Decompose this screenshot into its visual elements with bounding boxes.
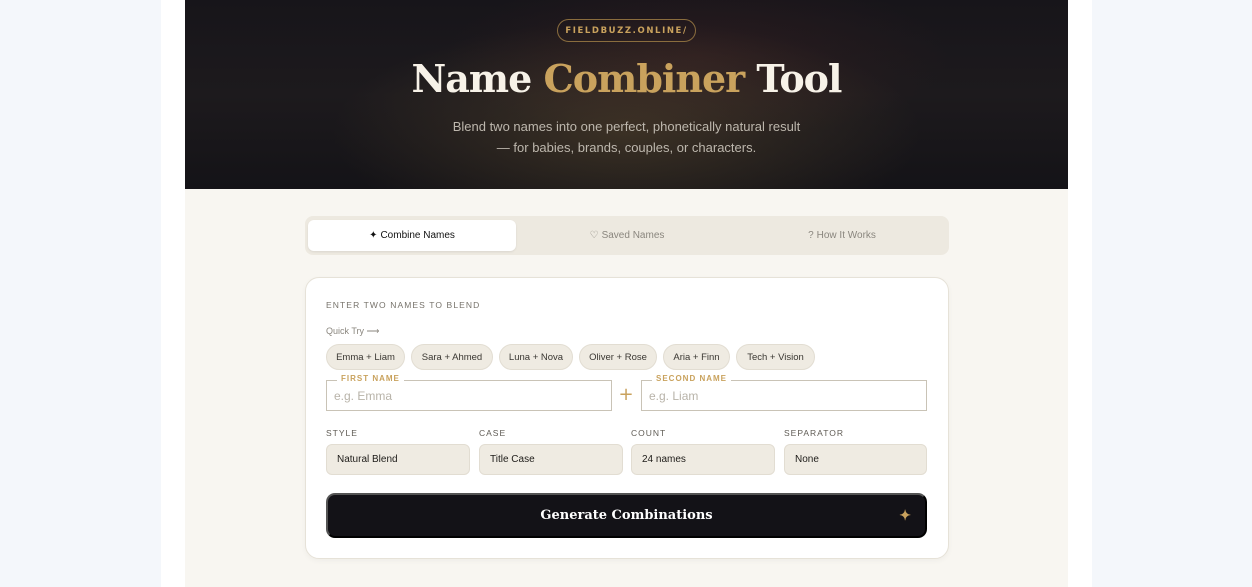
quick-try-chip[interactable]: Emma + Liam: [326, 344, 405, 370]
separator-select[interactable]: None: [784, 444, 927, 475]
plus-icon: +: [618, 384, 634, 405]
generate-button[interactable]: Generate Combinations ✦: [326, 493, 927, 538]
quick-try-chip[interactable]: Oliver + Rose: [579, 344, 657, 370]
case-select[interactable]: Title Case: [479, 444, 623, 475]
tab-label: Combine Names: [380, 230, 455, 241]
sparkle-icon: ✦: [369, 230, 378, 241]
hero-subtitle: Blend two names into one perfect, phonet…: [185, 116, 1068, 158]
page-title: Name Combiner Tool: [185, 56, 1068, 101]
section-label: ENTER TWO NAMES TO BLEND: [326, 300, 481, 310]
quick-try-chip[interactable]: Sara + Ahmed: [411, 344, 493, 370]
subtitle-line-1: Blend two names into one perfect, phonet…: [452, 119, 801, 134]
sparkle-icon: ✦: [899, 508, 911, 524]
domain-badge[interactable]: FIELDBUZZ.ONLINE/: [557, 19, 696, 42]
quick-try-chip[interactable]: Aria + Finn: [663, 344, 730, 370]
count-label: COUNT: [631, 428, 667, 438]
tab-label: How It Works: [816, 230, 876, 241]
question-icon: ?: [808, 230, 814, 241]
title-accent: Combiner: [543, 56, 746, 101]
title-part-1: Name: [411, 56, 544, 101]
second-name-field: SECOND NAME: [641, 374, 927, 411]
count-select[interactable]: 24 names: [631, 444, 775, 475]
tab-how-it-works[interactable]: ? How It Works: [738, 220, 946, 251]
heart-icon: ♡: [589, 230, 599, 241]
style-label: STYLE: [326, 428, 358, 438]
quick-try-label: Quick Try ⟶: [326, 326, 380, 336]
subtitle-line-2: — for babies, brands, couples, or charac…: [496, 140, 757, 155]
first-name-label: FIRST NAME: [337, 374, 404, 383]
tab-combine-names[interactable]: ✦ Combine Names: [308, 220, 516, 251]
title-part-2: Tool: [744, 56, 842, 101]
first-name-field: FIRST NAME: [326, 374, 612, 411]
quick-try-chip[interactable]: Luna + Nova: [499, 344, 573, 370]
separator-label: SEPARATOR: [784, 428, 845, 438]
second-name-label: SECOND NAME: [652, 374, 732, 383]
tab-bar: ✦ Combine Names ♡ Saved Names ? How It W…: [305, 216, 949, 255]
tab-label: Saved Names: [601, 230, 665, 241]
case-label: CASE: [479, 428, 507, 438]
first-name-input[interactable]: [327, 381, 611, 410]
tab-saved-names[interactable]: ♡ Saved Names: [523, 220, 731, 251]
second-name-input[interactable]: [642, 381, 926, 410]
quick-try-chip[interactable]: Tech + Vision: [736, 344, 815, 370]
generate-label: Generate Combinations: [540, 508, 713, 523]
style-select[interactable]: Natural Blend: [326, 444, 470, 475]
